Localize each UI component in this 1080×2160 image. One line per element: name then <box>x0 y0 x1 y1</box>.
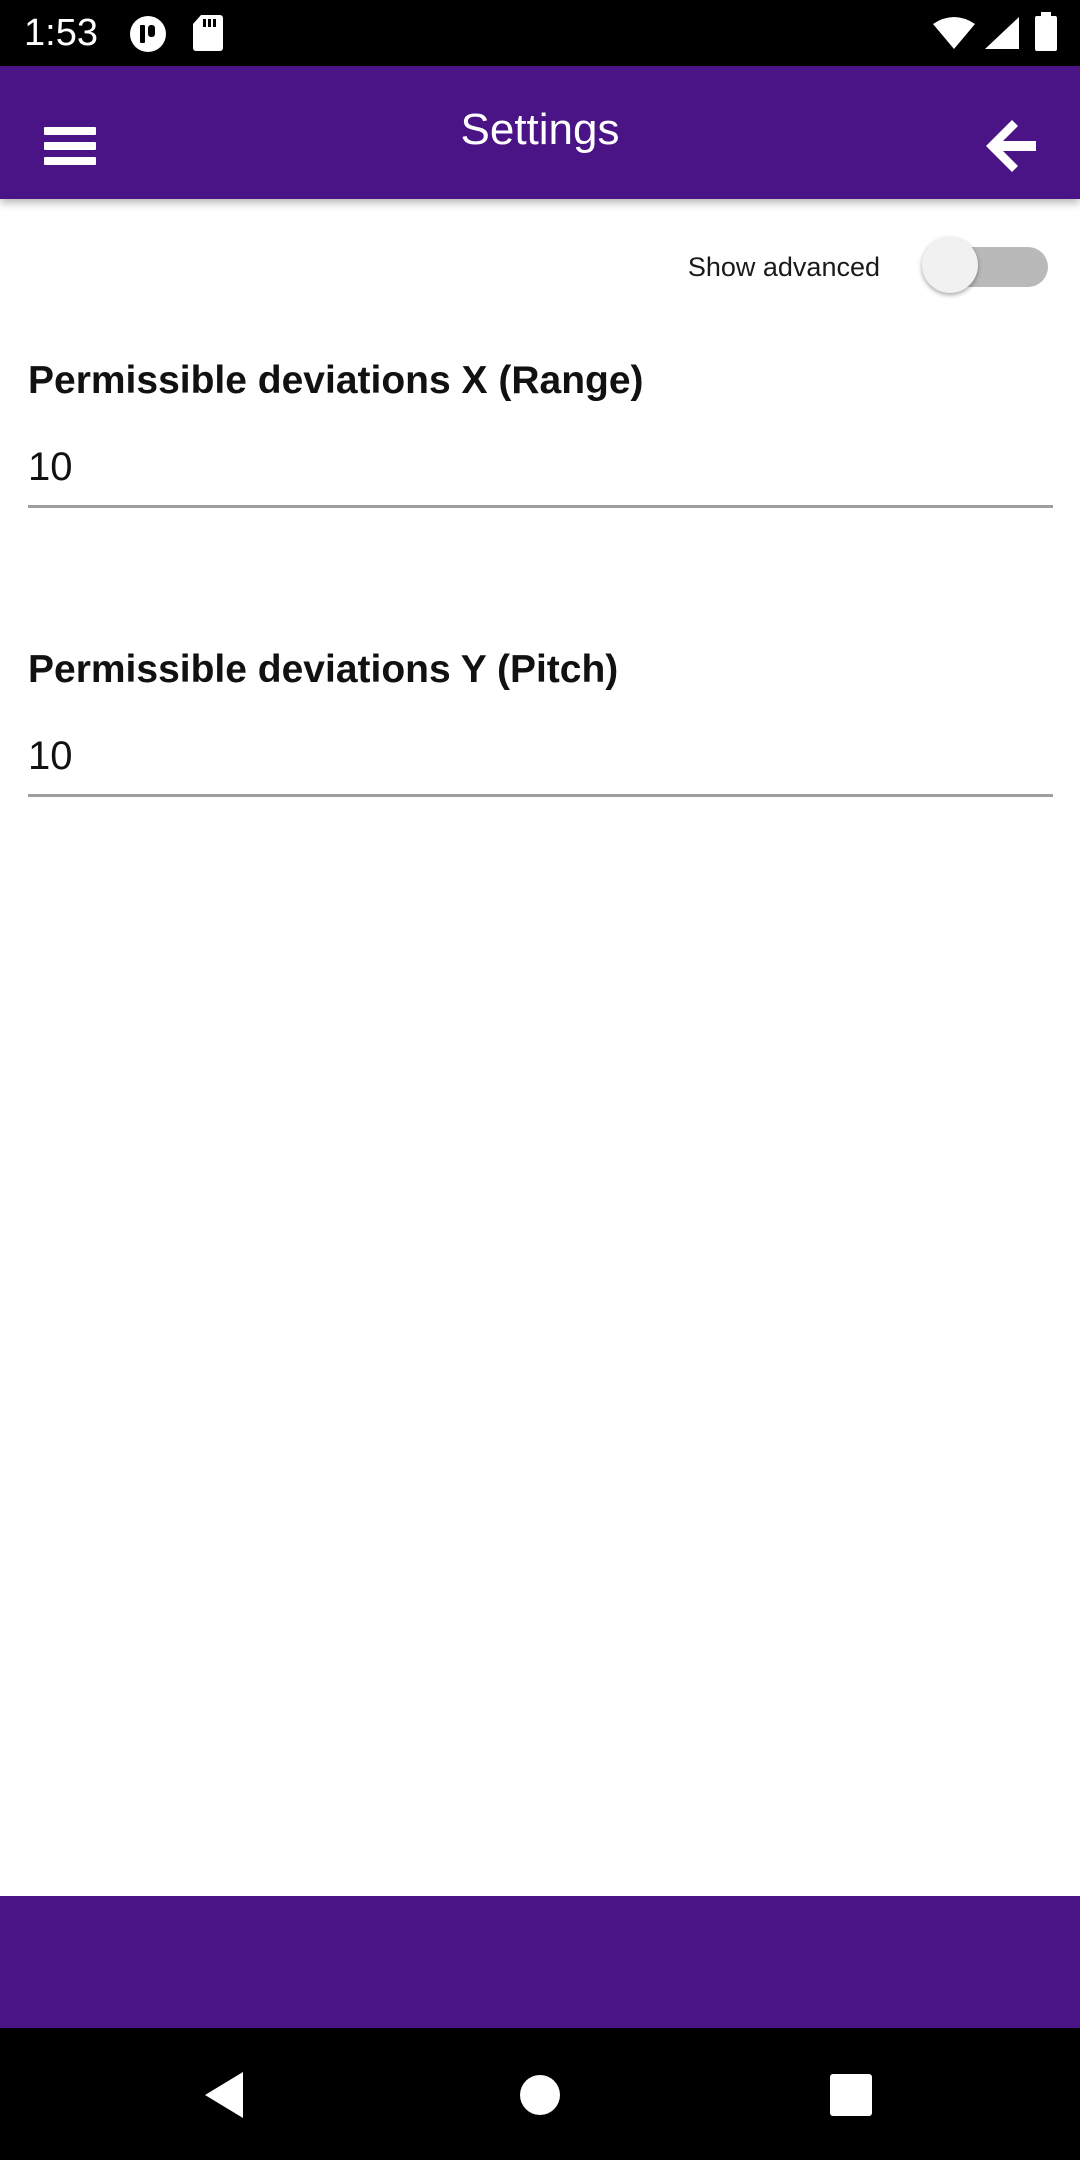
show-advanced-label: Show advanced <box>687 252 880 282</box>
arrow-back-icon <box>986 120 1036 172</box>
back-triangle-icon <box>205 2072 243 2118</box>
app-bar: Settings <box>0 66 1080 199</box>
nav-back-button[interactable] <box>191 2060 261 2130</box>
sd-card-icon <box>192 14 224 57</box>
deviation-x-input[interactable] <box>28 441 1053 493</box>
deviation-y-field: Permissible deviations Y (Pitch) <box>28 646 1053 797</box>
deviation-y-input-wrapper <box>28 730 1053 797</box>
nav-home-button[interactable] <box>505 2060 575 2130</box>
settings-screen: 1:53 Settings Show advanced Permissible … <box>0 0 1080 2160</box>
settings-content: Show advanced Permissible deviations X (… <box>0 199 1080 1896</box>
cell-signal-icon <box>984 16 1020 55</box>
home-circle-icon <box>520 2075 560 2115</box>
status-bar: 1:53 <box>0 0 1080 66</box>
navigation-bar <box>0 2028 1080 2160</box>
deviation-x-field: Permissible deviations X (Range) <box>28 357 1053 508</box>
deviation-y-input[interactable] <box>28 730 1053 782</box>
battery-icon <box>1034 12 1058 57</box>
switch-thumb <box>922 237 978 293</box>
status-time: 1:53 <box>24 12 98 54</box>
deviation-x-label: Permissible deviations X (Range) <box>28 359 644 402</box>
deviation-y-label: Permissible deviations Y (Pitch) <box>28 648 619 691</box>
bottom-app-bar <box>0 1896 1080 2028</box>
notification-badge-icon <box>128 14 168 59</box>
show-advanced-switch[interactable] <box>922 237 1050 297</box>
recents-square-icon <box>830 2074 872 2116</box>
back-button[interactable] <box>976 110 1048 182</box>
nav-recents-button[interactable] <box>816 2060 886 2130</box>
deviation-x-input-wrapper <box>28 441 1053 508</box>
page-title: Settings <box>460 105 620 154</box>
wifi-icon <box>932 16 976 55</box>
